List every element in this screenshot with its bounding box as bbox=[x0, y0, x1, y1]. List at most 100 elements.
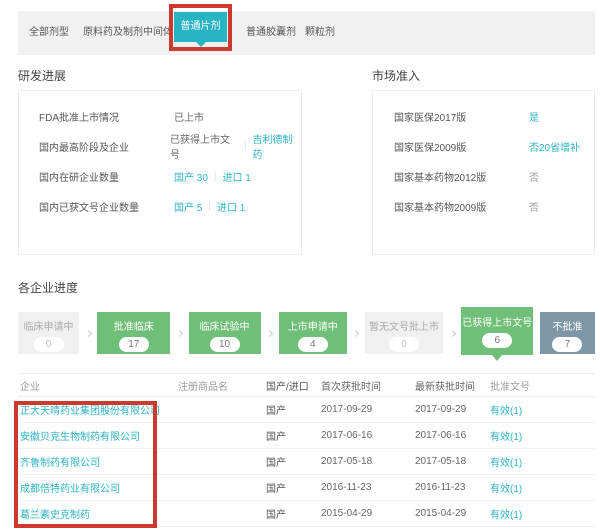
nrdl-2017-label: 国家医保2017版 bbox=[394, 109, 529, 124]
approved-domestic-link[interactable]: 国产 5 bbox=[174, 199, 202, 214]
caret-down-icon bbox=[492, 355, 502, 361]
first-approval-cell: 2017-06-16 bbox=[321, 430, 415, 441]
nrdl-2009-value[interactable]: 否20省增补 bbox=[529, 139, 580, 154]
stage-count-badge: 7 bbox=[552, 337, 582, 352]
developing-import-link[interactable]: 进口 1 bbox=[223, 169, 251, 184]
table-header-row: 企业 注册商品名 国产/进口 首次获批时间 最新获批时间 批准文号 bbox=[18, 373, 595, 397]
latest-approval-cell: 2017-09-29 bbox=[415, 404, 490, 415]
rnd-progress-card: FDA批准上市情况 已上市 国内最高阶段及企业 已获得上市文号 | 吉利德制药 … bbox=[18, 90, 302, 255]
stage-no-license-approved[interactable]: 暂无文号批上市 0 bbox=[365, 312, 443, 354]
origin-cell: 国产 bbox=[266, 506, 321, 521]
chevron-right-icon bbox=[176, 329, 183, 336]
table-row: 安徽贝克生物制药有限公司 国产 2017-06-16 2017-06-16 有效… bbox=[18, 423, 595, 449]
col-header-company: 企业 bbox=[18, 378, 178, 393]
stage-count-badge: 6 bbox=[482, 333, 512, 348]
row-fda-status: FDA批准上市情况 已上市 bbox=[19, 101, 301, 131]
nrdl-2009-label: 国家医保2009版 bbox=[394, 139, 529, 154]
col-header-origin: 国产/进口 bbox=[266, 378, 321, 393]
divider: | bbox=[214, 171, 217, 182]
row-nrdl-2017: 国家医保2017版 是 bbox=[373, 101, 594, 131]
stage-listing-applying[interactable]: 上市申请中 4 bbox=[279, 312, 347, 354]
company-link[interactable]: 齐鲁制药有限公司 bbox=[18, 454, 178, 469]
eml-2012-label: 国家基本药物2012版 bbox=[394, 169, 529, 184]
divider: | bbox=[244, 141, 247, 152]
table-row: 葛兰素史克制药 国产 2015-04-29 2015-04-29 有效(1) bbox=[18, 501, 595, 527]
first-approval-cell: 2015-04-29 bbox=[321, 508, 415, 519]
stage-pipeline: 临床申请中 0 批准临床 17 临床试验中 10 上市申请中 4 暂无文号批上市… bbox=[18, 308, 595, 358]
tab-common-tablet-label: 普通片剂 bbox=[181, 21, 221, 32]
highest-stage-value: 已获得上市文号 bbox=[170, 131, 238, 161]
stage-not-approved[interactable]: 不批准 7 bbox=[540, 312, 595, 354]
fda-status-label: FDA批准上市情况 bbox=[39, 109, 174, 124]
approval-number-link[interactable]: 有效(1) bbox=[490, 402, 595, 417]
origin-cell: 国产 bbox=[266, 402, 321, 417]
eml-2012-value: 否 bbox=[529, 169, 539, 184]
chevron-right-icon bbox=[449, 329, 456, 336]
origin-cell: 国产 bbox=[266, 428, 321, 443]
approved-count-label: 国内已获文号企业数量 bbox=[39, 199, 174, 214]
company-link[interactable]: 成都倍特药业有限公司 bbox=[18, 480, 178, 495]
nrdl-2017-value[interactable]: 是 bbox=[529, 109, 539, 124]
divider: | bbox=[208, 201, 211, 212]
row-highest-stage: 国内最高阶段及企业 已获得上市文号 | 吉利德制药 bbox=[19, 131, 301, 161]
table-row: 齐鲁制药有限公司 国产 2017-05-18 2017-05-18 有效(1) bbox=[18, 449, 595, 475]
approval-number-link[interactable]: 有效(1) bbox=[490, 480, 595, 495]
stage-license-obtained-selected[interactable]: 已获得上市文号 6 bbox=[461, 307, 533, 355]
first-approval-cell: 2016-11-23 bbox=[321, 482, 415, 493]
col-header-approval-number: 批准文号 bbox=[490, 378, 595, 393]
fda-status-value: 已上市 bbox=[174, 109, 204, 124]
stage-clinical-trial[interactable]: 临床试验中 10 bbox=[189, 312, 261, 354]
latest-approval-cell: 2016-11-23 bbox=[415, 482, 490, 493]
first-approval-cell: 2017-09-29 bbox=[321, 404, 415, 415]
stage-count-badge: 17 bbox=[119, 337, 149, 352]
market-access-card: 国家医保2017版 是 国家医保2009版 否20省增补 国家基本药物2012版… bbox=[372, 90, 595, 255]
origin-cell: 国产 bbox=[266, 454, 321, 469]
drug-detail-page: 全部剂型 原料药及制剂中间体 普通胶囊剂 颗粒剂 普通片剂 研发进展 市场准入 … bbox=[0, 0, 600, 529]
caret-down-icon bbox=[196, 42, 206, 47]
highest-stage-label: 国内最高阶段及企业 bbox=[39, 139, 170, 154]
approval-number-link[interactable]: 有效(1) bbox=[490, 506, 595, 521]
row-nrdl-2009: 国家医保2009版 否20省增补 bbox=[373, 131, 594, 161]
row-eml-2012: 国家基本药物2012版 否 bbox=[373, 161, 594, 191]
developing-count-label: 国内在研企业数量 bbox=[39, 169, 174, 184]
latest-approval-cell: 2015-04-29 bbox=[415, 508, 490, 519]
col-header-brand: 注册商品名 bbox=[178, 378, 266, 393]
stage-count-badge: 4 bbox=[298, 337, 328, 352]
gilead-company-link[interactable]: 吉利德制药 bbox=[252, 131, 301, 161]
companies-table: 企业 注册商品名 国产/进口 首次获批时间 最新获批时间 批准文号 正大天晴药业… bbox=[18, 373, 595, 527]
latest-approval-cell: 2017-05-18 bbox=[415, 456, 490, 467]
first-approval-cell: 2017-05-18 bbox=[321, 456, 415, 467]
market-access-title: 市场准入 bbox=[372, 67, 420, 84]
company-link[interactable]: 葛兰素史克制药 bbox=[18, 506, 178, 521]
col-header-first-approval: 首次获批时间 bbox=[321, 378, 415, 393]
stage-count-badge: 0 bbox=[34, 337, 64, 352]
eml-2009-label: 国家基本药物2009版 bbox=[394, 199, 529, 214]
stage-count-badge: 0 bbox=[389, 337, 419, 352]
stage-clinical-approved[interactable]: 批准临床 17 bbox=[97, 312, 170, 354]
origin-cell: 国产 bbox=[266, 480, 321, 495]
chevron-right-icon bbox=[352, 329, 359, 336]
approved-import-link[interactable]: 进口 1 bbox=[217, 199, 245, 214]
latest-approval-cell: 2017-06-16 bbox=[415, 430, 490, 441]
company-link[interactable]: 正大天晴药业集团股份有限公司 bbox=[18, 402, 178, 417]
table-row: 正大天晴药业集团股份有限公司 国产 2017-09-29 2017-09-29 … bbox=[18, 397, 595, 423]
tab-common-capsule[interactable]: 普通胶囊剂 bbox=[246, 11, 296, 55]
company-progress-title: 各企业进度 bbox=[18, 279, 78, 296]
eml-2009-value: 否 bbox=[529, 199, 539, 214]
row-eml-2009: 国家基本药物2009版 否 bbox=[373, 191, 594, 221]
approval-number-link[interactable]: 有效(1) bbox=[490, 454, 595, 469]
tab-api-and-intermediates[interactable]: 原料药及制剂中间体 bbox=[83, 11, 173, 55]
developing-domestic-link[interactable]: 国产 30 bbox=[174, 169, 208, 184]
stage-count-badge: 10 bbox=[210, 337, 240, 352]
row-developing-count: 国内在研企业数量 国产 30 | 进口 1 bbox=[19, 161, 301, 191]
stage-clinical-applying[interactable]: 临床申请中 0 bbox=[18, 312, 79, 354]
tab-granules[interactable]: 颗粒剂 bbox=[305, 11, 335, 55]
tab-common-tablet-active[interactable]: 普通片剂 bbox=[174, 12, 227, 42]
tab-all-forms[interactable]: 全部剂型 bbox=[29, 11, 69, 55]
chevron-right-icon bbox=[266, 329, 273, 336]
col-header-latest-approval: 最新获批时间 bbox=[415, 378, 490, 393]
rnd-progress-title: 研发进展 bbox=[18, 67, 66, 84]
approval-number-link[interactable]: 有效(1) bbox=[490, 428, 595, 443]
company-link[interactable]: 安徽贝克生物制药有限公司 bbox=[18, 428, 178, 443]
row-approved-count: 国内已获文号企业数量 国产 5 | 进口 1 bbox=[19, 191, 301, 221]
